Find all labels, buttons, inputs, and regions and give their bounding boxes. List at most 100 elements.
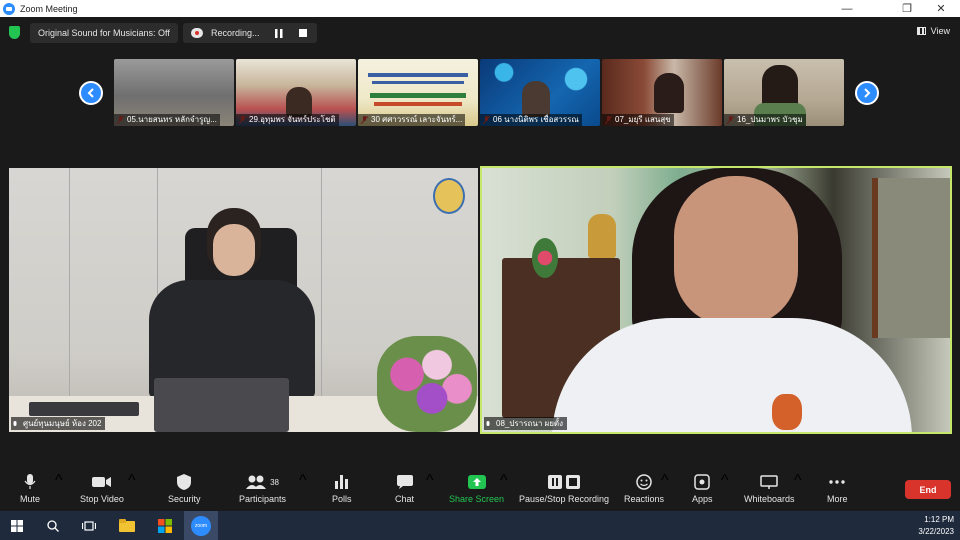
participant-name: 16_ปนมาพร บัวชุม (724, 114, 806, 126)
polls-button[interactable]: Polls (332, 472, 352, 504)
polls-label: Polls (332, 494, 352, 504)
whiteboards-button[interactable]: Whiteboards (744, 472, 795, 504)
participant-name: 05.นายสนทร หลักจำรูญ... (114, 114, 220, 126)
apps-label: Apps (692, 494, 713, 504)
windows-start-icon[interactable] (0, 511, 34, 540)
strip-thumbnail[interactable]: 06 นางนิติพร เชื่อสวรรณ (480, 59, 600, 126)
original-sound-toggle[interactable]: Original Sound for Musicians: Off (30, 23, 178, 43)
mute-label: Mute (20, 494, 41, 504)
participant-name: ศูนย์ทุนมนุษย์ ห้อง 202 (11, 417, 106, 430)
whiteboard-icon (760, 472, 779, 492)
cloud-record-icon (191, 28, 203, 38)
polls-bar-chart-icon (334, 472, 349, 492)
video-options-caret-icon[interactable]: ^ (128, 472, 136, 490)
participants-label: Participants (239, 494, 287, 504)
close-icon[interactable]: ✕ (924, 0, 958, 17)
person-face (213, 224, 255, 276)
participant-name: 29.อุทุมพร จันทร์ประโชติ (236, 114, 339, 126)
reactions-label: Reactions (624, 494, 665, 504)
view-grid-icon (916, 27, 926, 35)
task-view-icon[interactable] (72, 511, 106, 540)
share-options-caret-icon[interactable]: ^ (500, 472, 508, 490)
file-explorer-icon[interactable] (110, 511, 144, 540)
end-meeting-button[interactable]: End (905, 480, 951, 499)
meeting-top-bar: Original Sound for Musicians: Off Record… (0, 17, 960, 49)
flower-vase (532, 238, 558, 278)
original-sound-label: Original Sound for Musicians: Off (38, 28, 170, 38)
slide-text-line (368, 73, 468, 77)
pause-stop-recording-button[interactable]: Pause/Stop Recording (519, 472, 609, 504)
stop-recording-icon[interactable] (298, 28, 308, 38)
shirt-emblem (772, 394, 802, 430)
search-icon[interactable] (36, 511, 70, 540)
video-tile-left[interactable]: ศูนย์ทุนมนุษย์ ห้อง 202 (9, 168, 478, 432)
whiteboards-caret-icon[interactable]: ^ (794, 472, 802, 490)
mic-icon (486, 421, 490, 426)
strip-thumbnail[interactable]: 16_ปนมาพร บัวชุม (724, 59, 844, 126)
clock-date: 3/22/2023 (918, 527, 954, 536)
minimize-icon[interactable]: — (830, 0, 864, 17)
microsoft-store-icon[interactable] (148, 511, 182, 540)
apps-caret-icon[interactable]: ^ (721, 472, 729, 490)
strip-thumbnail[interactable]: 30 ศศาวรรณ์ เลาะจันทร์... (358, 59, 478, 126)
participant-silhouette (522, 81, 550, 117)
slide-text-line (374, 102, 462, 106)
chat-label: Chat (395, 494, 415, 504)
participant-silhouette (286, 87, 312, 117)
pause-stop-recording-icon (548, 472, 581, 492)
mute-button[interactable]: Mute (20, 472, 40, 504)
window-frame (872, 178, 950, 338)
participant-silhouette (654, 73, 684, 113)
smiley-reaction-icon (636, 472, 652, 492)
audio-options-caret-icon[interactable]: ^ (55, 472, 63, 490)
strip-next-arrow-icon[interactable] (855, 81, 879, 105)
recording-indicator: Recording... (183, 23, 317, 43)
video-tile-right-active-speaker[interactable]: 08_ปรารถนา ผยตั้ง (480, 166, 952, 434)
whiteboards-label: Whiteboards (744, 494, 795, 504)
participants-button[interactable]: 38 Participants (239, 472, 286, 504)
stop-video-button[interactable]: Stop Video (80, 472, 124, 504)
system-clock[interactable]: 1:12 PM 3/22/2023 (918, 514, 954, 538)
pause-recording-icon[interactable] (274, 28, 284, 38)
participants-icon: 38 (246, 472, 279, 492)
zoom-taskbar-button[interactable]: zoom (184, 511, 218, 540)
encryption-shield-icon[interactable] (9, 26, 20, 39)
view-label: View (930, 26, 950, 36)
more-ellipsis-icon (829, 472, 845, 492)
desk-keyboard (29, 402, 139, 416)
recording-label: Recording... (211, 28, 260, 38)
participants-caret-icon[interactable]: ^ (299, 472, 307, 490)
apps-icon (694, 472, 710, 492)
security-shield-icon (177, 472, 192, 492)
restore-icon[interactable]: ❐ (890, 0, 924, 17)
apps-button[interactable]: Apps (692, 472, 713, 504)
participants-count: 38 (270, 477, 279, 487)
strip-thumbnail[interactable]: 05.นายสนทร หลักจำรูญ... (114, 59, 234, 126)
emblem-logo (433, 178, 465, 214)
laptop (154, 378, 289, 432)
security-button[interactable]: Security (168, 472, 201, 504)
flower-bouquet (377, 336, 477, 432)
chat-button[interactable]: Chat (395, 472, 414, 504)
chat-caret-icon[interactable]: ^ (426, 472, 434, 490)
participant-name: 30 ศศาวรรณ์ เลาะจันทร์... (358, 114, 466, 126)
chat-bubble-icon (396, 472, 413, 492)
strip-thumbnail[interactable]: 07_มยุรี แสนสุข (602, 59, 722, 126)
participant-name: 07_มยุรี แสนสุข (602, 114, 674, 126)
wall-panel-line (321, 168, 322, 398)
windows-taskbar: zoom 1:12 PM 3/22/2023 (0, 511, 960, 540)
window-title: Zoom Meeting (20, 3, 78, 14)
window-titlebar: Zoom Meeting — ❐ ✕ (0, 0, 960, 17)
reactions-button[interactable]: Reactions (624, 472, 664, 504)
strip-thumbnail[interactable]: 29.อุทุมพร จันทร์ประโชติ (236, 59, 356, 126)
slide-text-line (372, 81, 464, 84)
share-screen-button[interactable]: Share Screen (449, 472, 504, 504)
buddha-statue (588, 214, 616, 258)
strip-previous-arrow-icon[interactable] (79, 81, 103, 105)
participant-name: 06 นางนิติพร เชื่อสวรรณ (480, 114, 582, 126)
reactions-caret-icon[interactable]: ^ (661, 472, 669, 490)
more-label: More (827, 494, 848, 504)
video-camera-icon (91, 472, 112, 492)
view-button[interactable]: View (916, 26, 950, 36)
more-button[interactable]: More (827, 472, 848, 504)
